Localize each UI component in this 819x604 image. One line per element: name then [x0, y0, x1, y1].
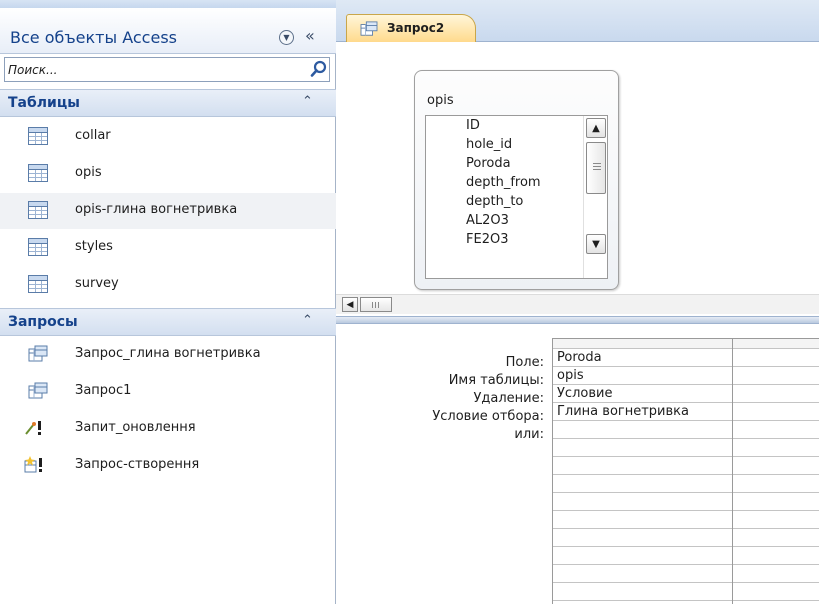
navigation-pane: Все объекты Access ▼ « Таблицы ⌃ collar …	[0, 0, 336, 604]
search-box	[4, 57, 330, 82]
field-item[interactable]: depth_to	[466, 194, 523, 209]
qbe-row-empty[interactable]	[553, 511, 819, 529]
nav-item-opis-glina[interactable]: opis-глина вогнетривка	[0, 193, 336, 229]
qbe-row-empty[interactable]	[553, 475, 819, 493]
qbe-row-empty[interactable]	[553, 457, 819, 475]
nav-item-label: styles	[75, 239, 113, 254]
nav-title[interactable]: Все объекты Access	[10, 28, 177, 47]
field-list-title[interactable]: opis	[427, 93, 454, 108]
nav-item-update-query[interactable]: Запит_оновлення	[0, 411, 336, 447]
table-icon	[28, 275, 48, 293]
nav-item-collar[interactable]: collar	[0, 119, 336, 155]
nav-header[interactable]: Все объекты Access ▼ «	[0, 8, 336, 54]
table-icon	[28, 238, 48, 256]
tab-query2[interactable]: Запрос2	[346, 14, 476, 43]
nav-item-label: Запрос_глина вогнетривка	[75, 346, 261, 361]
field-item[interactable]: AL2O3	[466, 213, 509, 228]
nav-top-border	[0, 0, 336, 8]
nav-item-query1[interactable]: Запрос1	[0, 374, 336, 410]
nav-item-styles[interactable]: styles	[0, 230, 336, 266]
scroll-left-icon[interactable]: ◀	[342, 297, 358, 312]
field-item[interactable]: ID	[466, 118, 480, 133]
qbe-row-empty[interactable]	[553, 565, 819, 583]
qbe-row-field[interactable]: Poroda	[553, 349, 819, 367]
nav-item-label: collar	[75, 128, 111, 143]
scroll-up-icon[interactable]: ▲	[586, 118, 606, 138]
chevron-down-icon: ▼	[283, 32, 290, 42]
qbe-label-table: Имя таблицы:	[448, 373, 544, 388]
chevron-up-double-icon[interactable]: ⌃	[302, 313, 313, 328]
qbe-grid: Poroda opis Условие Глина вогнетривка	[552, 338, 819, 604]
qbe-row-empty[interactable]	[553, 529, 819, 547]
table-icon	[28, 164, 48, 182]
field-item[interactable]: hole_id	[466, 137, 512, 152]
horizontal-scrollbar-thumb[interactable]	[360, 297, 392, 312]
update-query-icon	[25, 421, 41, 435]
qbe-label-field: Поле:	[505, 355, 544, 370]
nav-item-survey[interactable]: survey	[0, 267, 336, 303]
qbe-cell-field[interactable]: Poroda	[557, 350, 602, 365]
qbe-row-empty[interactable]	[553, 547, 819, 565]
pane-splitter[interactable]	[336, 316, 819, 324]
qbe-column-divider	[732, 339, 733, 604]
group-label: Таблицы	[8, 95, 80, 111]
qbe-row-empty[interactable]	[553, 439, 819, 457]
nav-item-label: opis-глина вогнетривка	[75, 202, 238, 217]
nav-menu-dropdown-button[interactable]: ▼	[279, 30, 294, 45]
horizontal-scrollbar[interactable]: ◀	[336, 294, 819, 314]
group-header-tables[interactable]: Таблицы ⌃	[0, 89, 336, 117]
qbe-row-criteria[interactable]: Глина вогнетривка	[553, 403, 819, 421]
qbe-row-empty[interactable]	[553, 583, 819, 601]
qbe-label-criteria: Условие отбора:	[432, 409, 544, 424]
collapse-pane-icon[interactable]: «	[305, 26, 315, 45]
chevron-up-double-icon[interactable]: ⌃	[302, 94, 313, 109]
nav-item-label: survey	[75, 276, 119, 291]
group-label: Запросы	[8, 314, 78, 330]
tab-label: Запрос2	[387, 21, 445, 35]
qbe-cell-delete[interactable]: Условие	[557, 386, 612, 401]
field-list-window[interactable]: opis ID hole_id Poroda depth_from depth_…	[414, 70, 619, 290]
field-item[interactable]: depth_from	[466, 175, 541, 190]
scroll-down-icon[interactable]: ▼	[586, 234, 606, 254]
scrollbar-thumb[interactable]	[586, 142, 606, 194]
qbe-row-or[interactable]	[553, 421, 819, 439]
select-query-icon	[28, 382, 48, 399]
qbe-row-empty[interactable]	[553, 493, 819, 511]
nav-item-label: Запрос-створення	[75, 457, 200, 472]
field-item[interactable]: FE2O3	[466, 232, 508, 244]
nav-item-label: Запрос1	[75, 383, 132, 398]
query-design-grid-pane: Поле: Имя таблицы: Удаление: Условие отб…	[336, 324, 819, 604]
search-icon[interactable]	[310, 60, 328, 78]
field-list[interactable]: ID hole_id Poroda depth_from depth_to AL…	[425, 115, 608, 279]
group-header-queries[interactable]: Запросы ⌃	[0, 308, 336, 336]
query-design-window: Запрос2 opis ID hole_id Poroda depth_fro…	[336, 0, 819, 604]
make-table-query-icon	[24, 456, 42, 473]
table-icon	[28, 127, 48, 145]
nav-item-label: opis	[75, 165, 102, 180]
qbe-row-delete[interactable]: Условие	[553, 385, 819, 403]
document-tab-strip: Запрос2	[336, 0, 819, 43]
search-input[interactable]	[5, 58, 305, 81]
nav-item-query-glina[interactable]: Запрос_глина вогнетривка	[0, 337, 336, 373]
nav-item-label: Запит_оновлення	[75, 420, 196, 435]
select-query-icon	[28, 345, 48, 362]
field-item[interactable]: Poroda	[466, 156, 511, 171]
column-selector-row[interactable]	[553, 339, 819, 349]
qbe-label-or: или:	[514, 427, 544, 442]
qbe-cell-criteria[interactable]: Глина вогнетривка	[557, 404, 689, 419]
qbe-cell-table[interactable]: opis	[557, 368, 584, 383]
field-list-scrollbar[interactable]: ▲ ▼	[583, 116, 607, 278]
qbe-label-delete: Удаление:	[473, 391, 544, 406]
select-query-icon	[360, 21, 378, 36]
table-icon	[28, 201, 48, 219]
nav-item-make-table-query[interactable]: Запрос-створення	[0, 448, 336, 484]
qbe-row-table[interactable]: opis	[553, 367, 819, 385]
nav-item-opis[interactable]: opis	[0, 156, 336, 192]
table-pane[interactable]: opis ID hole_id Poroda depth_from depth_…	[342, 42, 819, 294]
